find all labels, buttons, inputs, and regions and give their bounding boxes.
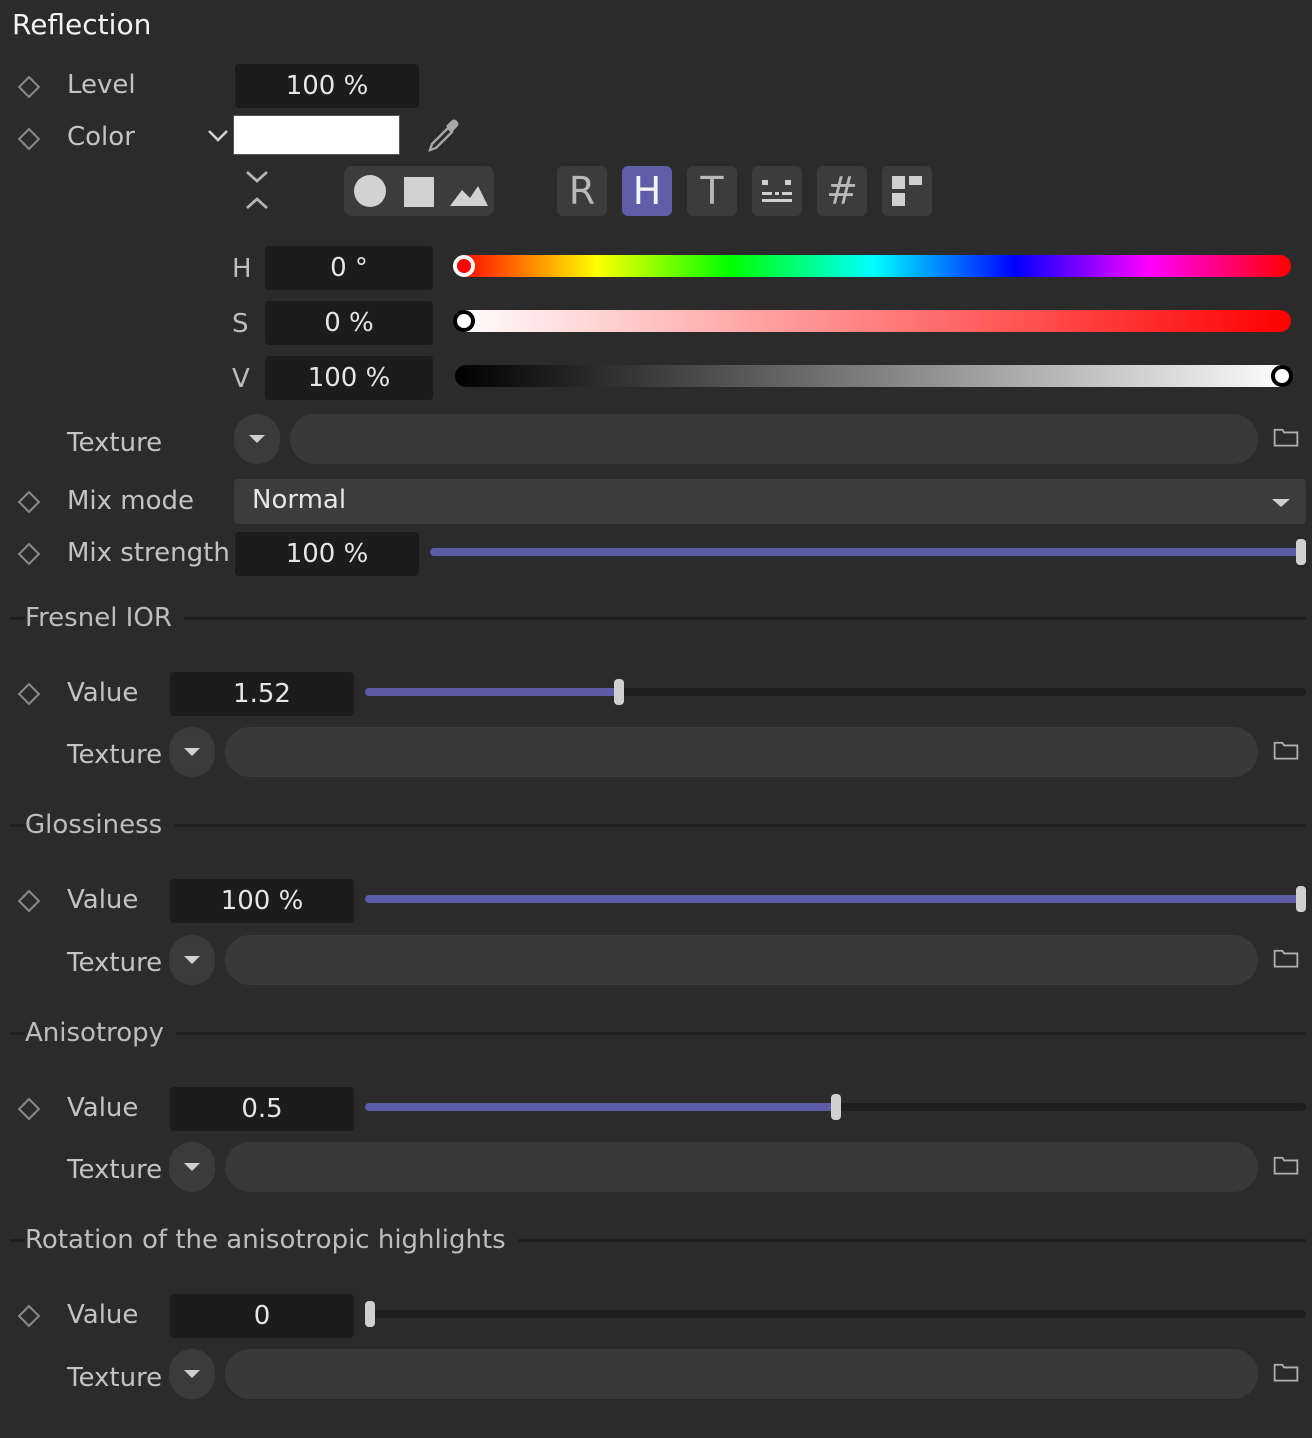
anisotropy-value-field[interactable]: 0.5 — [170, 1087, 354, 1131]
texture-dropdown-button[interactable] — [234, 414, 280, 464]
section-title-fresnel: Fresnel IOR — [25, 603, 184, 633]
section-divider — [10, 824, 1306, 827]
mix-strength-label: Mix strength — [67, 538, 230, 568]
hue-label: H — [232, 254, 252, 284]
section-title-anisotropy: Anisotropy — [25, 1018, 177, 1048]
swatches-icon — [892, 176, 922, 206]
hsv-mode-button[interactable]: H — [622, 166, 672, 216]
folder-icon[interactable] — [1272, 948, 1300, 968]
mix-strength-slider[interactable] — [430, 539, 1306, 565]
saturation-slider[interactable] — [453, 310, 1291, 332]
anisotropy-texture-label: Texture — [67, 1155, 163, 1185]
saturation-field[interactable]: 0 % — [265, 301, 433, 345]
saturation-slider-knob[interactable] — [453, 310, 475, 332]
circle-wheel-icon[interactable] — [352, 173, 388, 209]
mixer-icon — [762, 180, 792, 202]
fresnel-texture-label: Texture — [67, 740, 163, 770]
slider-handle[interactable] — [1296, 539, 1306, 565]
texture-slot[interactable] — [225, 1349, 1258, 1399]
section-divider — [10, 617, 1306, 620]
keyframe-diamond-icon[interactable] — [17, 542, 41, 566]
mix-mode-select[interactable]: Normal — [234, 479, 1306, 524]
square-field-icon[interactable] — [402, 175, 436, 209]
keyframe-diamond-icon[interactable] — [17, 490, 41, 514]
keyframe-diamond-icon[interactable] — [17, 1304, 41, 1328]
glossiness-value-field[interactable]: 100 % — [170, 879, 354, 923]
texture-dropdown-button[interactable] — [169, 1142, 215, 1192]
fresnel-value-field[interactable]: 1.52 — [170, 672, 354, 716]
anisotropy-slider[interactable] — [365, 1094, 1306, 1120]
rotation-slider[interactable] — [365, 1301, 1306, 1327]
texture-label: Texture — [67, 428, 163, 458]
level-field[interactable]: 100 % — [235, 64, 419, 108]
value-field[interactable]: 100 % — [265, 356, 433, 400]
hue-field[interactable]: 0 ° — [265, 246, 433, 290]
keyframe-diamond-icon[interactable] — [17, 682, 41, 706]
rotation-value-label: Value — [67, 1300, 139, 1330]
kelvin-mode-button[interactable]: T — [687, 166, 737, 216]
color-swatch[interactable] — [233, 115, 400, 155]
mix-mode-label: Mix mode — [67, 486, 195, 516]
chevron-down-icon[interactable] — [206, 128, 230, 144]
hue-slider-knob[interactable] — [453, 255, 475, 277]
level-label: Level — [67, 70, 136, 100]
eyedropper-icon[interactable] — [424, 118, 462, 156]
slider-fill — [365, 688, 620, 696]
saturation-label: S — [232, 309, 249, 339]
slider-handle[interactable] — [614, 679, 625, 705]
keyframe-diamond-icon[interactable] — [17, 889, 41, 913]
keyframe-diamond-icon[interactable] — [17, 127, 41, 151]
expand-collapse-icon[interactable] — [243, 168, 271, 214]
value-label: V — [232, 364, 250, 394]
mix-mode-value: Normal — [252, 485, 347, 515]
section-divider — [10, 1032, 1306, 1035]
folder-icon[interactable] — [1272, 1362, 1300, 1382]
rgb-mode-button[interactable]: R — [557, 166, 607, 216]
mixer-mode-button[interactable] — [752, 166, 802, 216]
rotation-texture-label: Texture — [67, 1363, 163, 1393]
hex-mode-button[interactable]: # — [817, 166, 867, 216]
section-title-rotation: Rotation of the anisotropic highlights — [25, 1225, 518, 1255]
fresnel-slider[interactable] — [365, 679, 1306, 705]
slider-handle[interactable] — [365, 1301, 375, 1327]
value-slider-knob[interactable] — [1271, 365, 1293, 387]
anisotropy-value-label: Value — [67, 1093, 139, 1123]
value-slider[interactable] — [455, 365, 1293, 387]
section-title-glossiness: Glossiness — [25, 810, 175, 840]
dropdown-arrow-icon — [1272, 499, 1290, 507]
texture-slot[interactable] — [225, 1142, 1258, 1192]
slider-handle[interactable] — [1296, 886, 1306, 912]
folder-icon[interactable] — [1272, 1155, 1300, 1175]
section-title-reflection: Reflection — [12, 8, 152, 41]
fresnel-value-label: Value — [67, 678, 139, 708]
rotation-value-field[interactable]: 0 — [170, 1294, 354, 1338]
texture-slot[interactable] — [290, 414, 1258, 464]
slider-fill — [365, 895, 1306, 903]
slider-handle[interactable] — [830, 1094, 841, 1120]
keyframe-diamond-icon[interactable] — [17, 75, 41, 99]
hue-slider[interactable] — [453, 255, 1291, 277]
texture-dropdown-button[interactable] — [169, 935, 215, 985]
texture-dropdown-button[interactable] — [169, 727, 215, 777]
texture-slot[interactable] — [225, 935, 1258, 985]
image-picker-icon[interactable] — [448, 178, 490, 208]
mix-strength-field[interactable]: 100 % — [235, 532, 419, 576]
folder-icon[interactable] — [1272, 427, 1300, 447]
glossiness-value-label: Value — [67, 885, 139, 915]
folder-icon[interactable] — [1272, 740, 1300, 760]
texture-slot[interactable] — [225, 727, 1258, 777]
glossiness-slider[interactable] — [365, 886, 1306, 912]
swatches-mode-button[interactable] — [882, 166, 932, 216]
texture-dropdown-button[interactable] — [169, 1349, 215, 1399]
keyframe-diamond-icon[interactable] — [17, 1097, 41, 1121]
color-picker-shape-group — [344, 166, 494, 216]
slider-fill — [430, 548, 1306, 556]
color-label: Color — [67, 122, 135, 152]
slider-fill — [365, 1103, 836, 1111]
glossiness-texture-label: Texture — [67, 948, 163, 978]
